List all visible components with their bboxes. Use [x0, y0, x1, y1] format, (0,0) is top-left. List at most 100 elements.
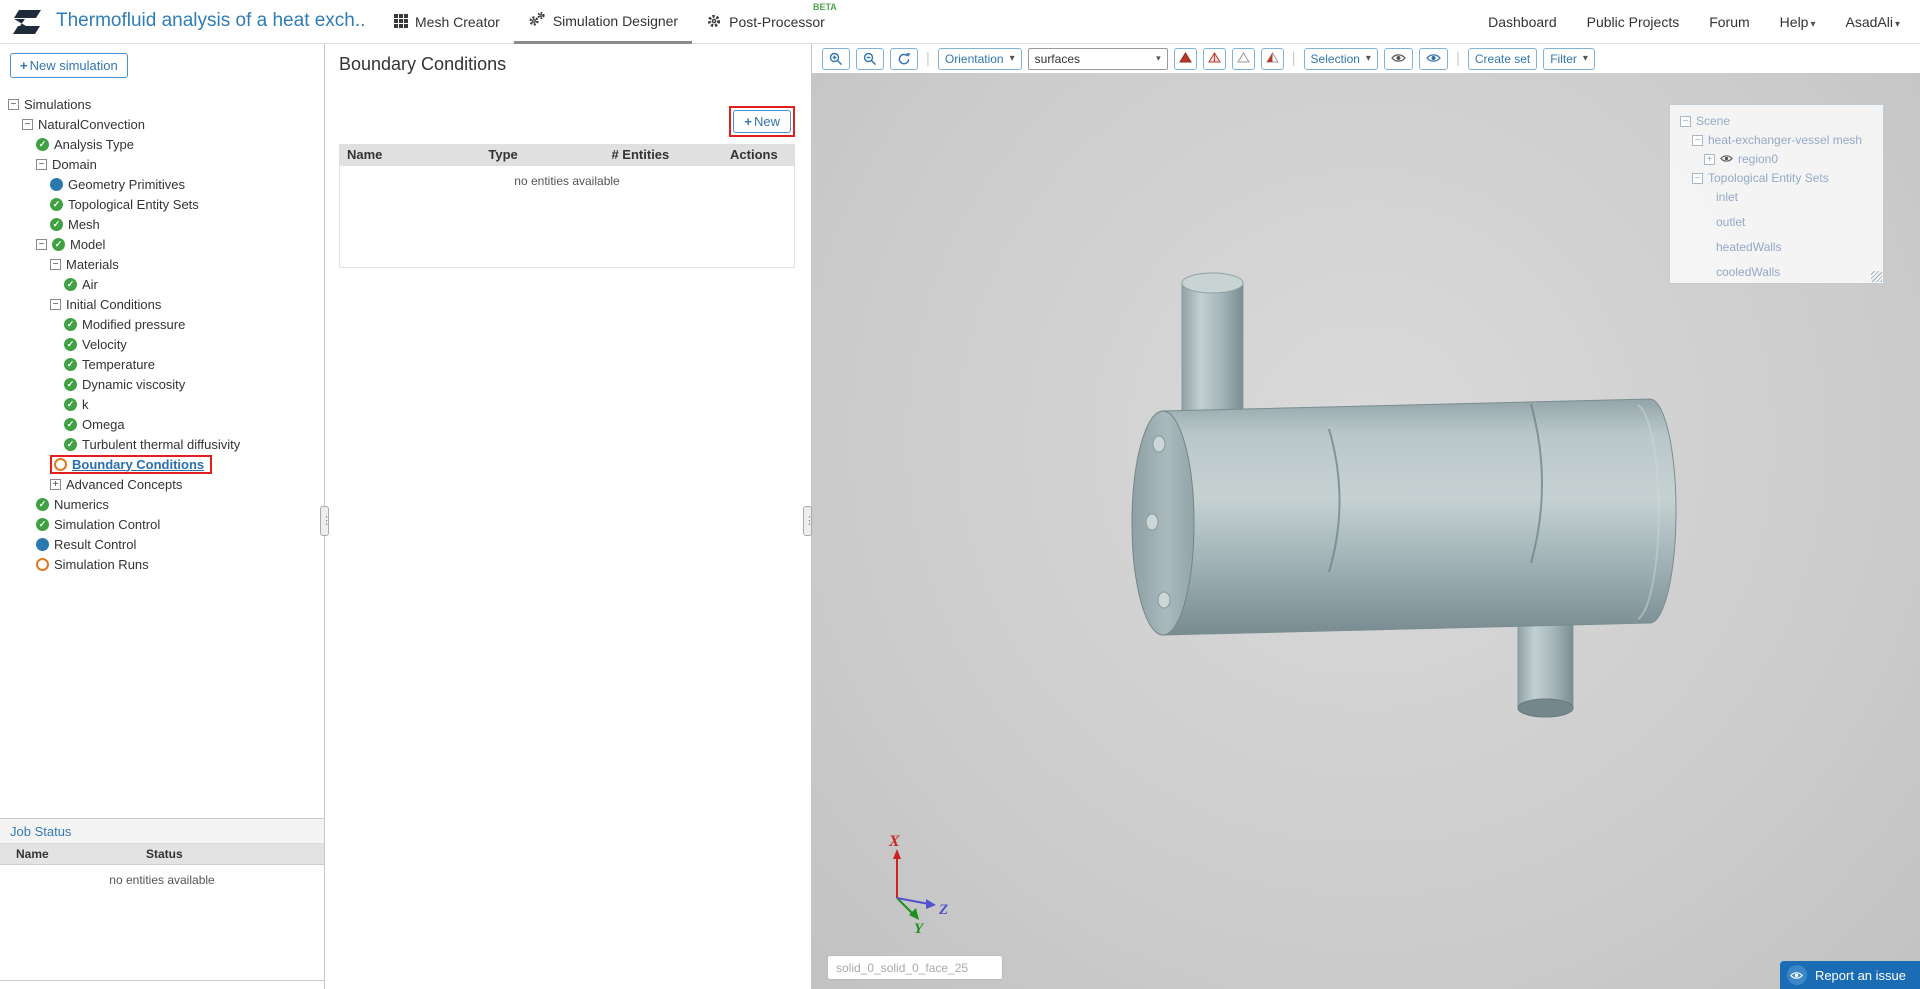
resize-grip[interactable]: [1871, 271, 1882, 282]
sidebar-splitter-handle[interactable]: ⋮: [320, 506, 332, 536]
new-simulation-button[interactable]: + New simulation: [10, 53, 128, 78]
surfaces-selected-value: surfaces: [1034, 51, 1080, 66]
orientation-label: Orientation: [944, 51, 1004, 66]
beta-badge: BETA: [812, 2, 837, 12]
surfaces-select[interactable]: surfaces ▾: [1027, 47, 1168, 70]
collapse-icon[interactable]: −: [1692, 134, 1703, 146]
collapse-icon[interactable]: −: [36, 158, 47, 170]
new-boundary-condition-button[interactable]: + New: [733, 110, 791, 133]
tree-item-omega[interactable]: Omega: [0, 414, 324, 434]
tree-item-analysis-type[interactable]: Analysis Type: [0, 134, 324, 154]
tree-item-geometry-primitives[interactable]: Geometry Primitives: [0, 174, 324, 194]
header-link-help[interactable]: Help ▾: [1780, 14, 1816, 30]
bc-table-empty: no entities available: [339, 166, 795, 268]
new-button-label: New: [753, 114, 780, 129]
expand-icon[interactable]: +: [50, 478, 61, 490]
tree-item-label: Result Control: [54, 536, 137, 552]
filter-dropdown[interactable]: Filter ▾: [1543, 47, 1595, 70]
header-link-forum[interactable]: Forum: [1709, 14, 1749, 30]
tree-item-mesh[interactable]: Mesh: [0, 214, 324, 234]
tree-item-simulation-runs[interactable]: Simulation Runs: [0, 554, 324, 574]
expand-icon[interactable]: +: [1704, 153, 1715, 165]
tree-item-initial-conditions[interactable]: − Initial Conditions: [0, 294, 324, 314]
axis-x-label: X: [888, 833, 900, 850]
view-mode-surface-button[interactable]: [1231, 47, 1255, 70]
tree-item-air[interactable]: Air: [0, 274, 324, 294]
app-logo-icon[interactable]: [10, 7, 44, 37]
tab-label: Mesh Creator: [415, 14, 500, 30]
create-set-label: Create set: [1474, 51, 1531, 66]
collapse-icon[interactable]: −: [1692, 172, 1703, 184]
show-all-button[interactable]: [1418, 47, 1448, 70]
zoom-in-button[interactable]: [822, 47, 850, 70]
tree-item-simulations[interactable]: − Simulations: [0, 94, 324, 114]
collapse-icon[interactable]: −: [1680, 115, 1691, 127]
visibility-eye-icon[interactable]: [1720, 152, 1733, 166]
tree-item-velocity[interactable]: Velocity: [0, 334, 324, 354]
scene-tree-panel[interactable]: − Scene − heat-exchanger-vessel mesh + r…: [1669, 104, 1884, 284]
tree-item-domain[interactable]: − Domain: [0, 154, 324, 174]
tree-item-label: Geometry Primitives: [68, 176, 186, 192]
report-issue-button[interactable]: Report an issue: [1779, 961, 1920, 989]
collapse-icon[interactable]: −: [36, 238, 47, 250]
scene-topo-sets-item[interactable]: − Topological Entity Sets: [1692, 171, 1883, 185]
report-issue-label: Report an issue: [1814, 967, 1906, 983]
scene-set-heatedwalls[interactable]: heatedWalls: [1716, 240, 1883, 254]
job-status-title: Job Status: [0, 818, 324, 844]
tree-item-advanced-concepts[interactable]: + Advanced Concepts: [0, 474, 324, 494]
tree-item-topological-entity-sets[interactable]: Topological Entity Sets: [0, 194, 324, 214]
create-set-button[interactable]: Create set: [1467, 47, 1538, 70]
tree-item-k[interactable]: k: [0, 394, 324, 414]
collapse-icon[interactable]: −: [50, 258, 61, 270]
tree-item-numerics[interactable]: Numerics: [0, 494, 324, 514]
orientation-dropdown[interactable]: Orientation ▾: [937, 47, 1022, 70]
panel-splitter-handle[interactable]: ⋮: [803, 506, 815, 536]
header-link-public-projects[interactable]: Public Projects: [1587, 14, 1680, 30]
header-link-dashboard[interactable]: Dashboard: [1488, 14, 1557, 30]
selection-dropdown[interactable]: Selection ▾: [1303, 47, 1378, 70]
render-canvas[interactable]: − Scene − heat-exchanger-vessel mesh + r…: [812, 73, 1920, 989]
outline-triangle-icon: [1207, 51, 1221, 66]
zoom-fit-button[interactable]: [856, 47, 884, 70]
scene-root-item[interactable]: − Scene: [1680, 114, 1883, 128]
tab-post-processor[interactable]: Post-Processor BETA: [692, 0, 839, 44]
tree-item-naturalconvection[interactable]: − NaturalConvection: [0, 114, 324, 134]
tree-item-dynamic-viscosity[interactable]: Dynamic viscosity: [0, 374, 324, 394]
scene-mesh-item[interactable]: − heat-exchanger-vessel mesh: [1692, 133, 1883, 147]
scene-set-outlet[interactable]: outlet: [1716, 215, 1883, 229]
column-header-actions: Actions: [730, 147, 778, 162]
grid-icon: [394, 13, 408, 31]
job-status-panel: Job Status Name Status no entities availa…: [0, 818, 324, 981]
tree-item-label: Temperature: [82, 356, 155, 372]
tree-item-simulation-control[interactable]: Simulation Control: [0, 514, 324, 534]
tree-item-boundary-conditions[interactable]: Boundary Conditions: [0, 454, 324, 474]
view-mode-mixed-button[interactable]: [1260, 47, 1284, 70]
highlight-box-new: + New: [729, 106, 795, 137]
tree-item-modified-pressure[interactable]: Modified pressure: [0, 314, 324, 334]
vessel-body[interactable]: [1131, 398, 1677, 636]
tree-item-label: Modified pressure: [82, 316, 186, 332]
chevron-down-icon: ▾: [1810, 19, 1816, 30]
tree-item-materials[interactable]: − Materials: [0, 254, 324, 274]
tree-item-model[interactable]: − Model: [0, 234, 324, 254]
collapse-icon[interactable]: −: [22, 118, 33, 130]
scene-set-cooledwalls[interactable]: cooledWalls: [1716, 265, 1883, 279]
collapse-icon[interactable]: −: [8, 98, 19, 110]
tree-item-temperature[interactable]: Temperature: [0, 354, 324, 374]
tab-mesh-creator[interactable]: Mesh Creator: [380, 0, 514, 44]
tree-item-turbulent-thermal-diffusivity[interactable]: Turbulent thermal diffusivity: [0, 434, 324, 454]
refresh-view-button[interactable]: [890, 47, 918, 70]
view-mode-solid-button[interactable]: [1173, 47, 1197, 70]
hide-selection-button[interactable]: [1383, 47, 1413, 70]
tree-item-result-control[interactable]: Result Control: [0, 534, 324, 554]
view-mode-wireframe-button[interactable]: [1202, 47, 1226, 70]
header-link-asadali[interactable]: AsadAli ▾: [1846, 14, 1901, 30]
scene-region-item[interactable]: + region0: [1704, 152, 1883, 166]
camera-eye-icon: [1786, 965, 1807, 985]
selected-face-input[interactable]: [827, 955, 1003, 980]
project-title[interactable]: Thermofluid analysis of a heat exch...: [56, 10, 366, 32]
scene-set-inlet[interactable]: inlet: [1716, 190, 1883, 204]
check-icon: [36, 517, 49, 531]
tab-simulation-designer[interactable]: Simulation Designer: [513, 0, 693, 44]
collapse-icon[interactable]: −: [50, 298, 61, 310]
